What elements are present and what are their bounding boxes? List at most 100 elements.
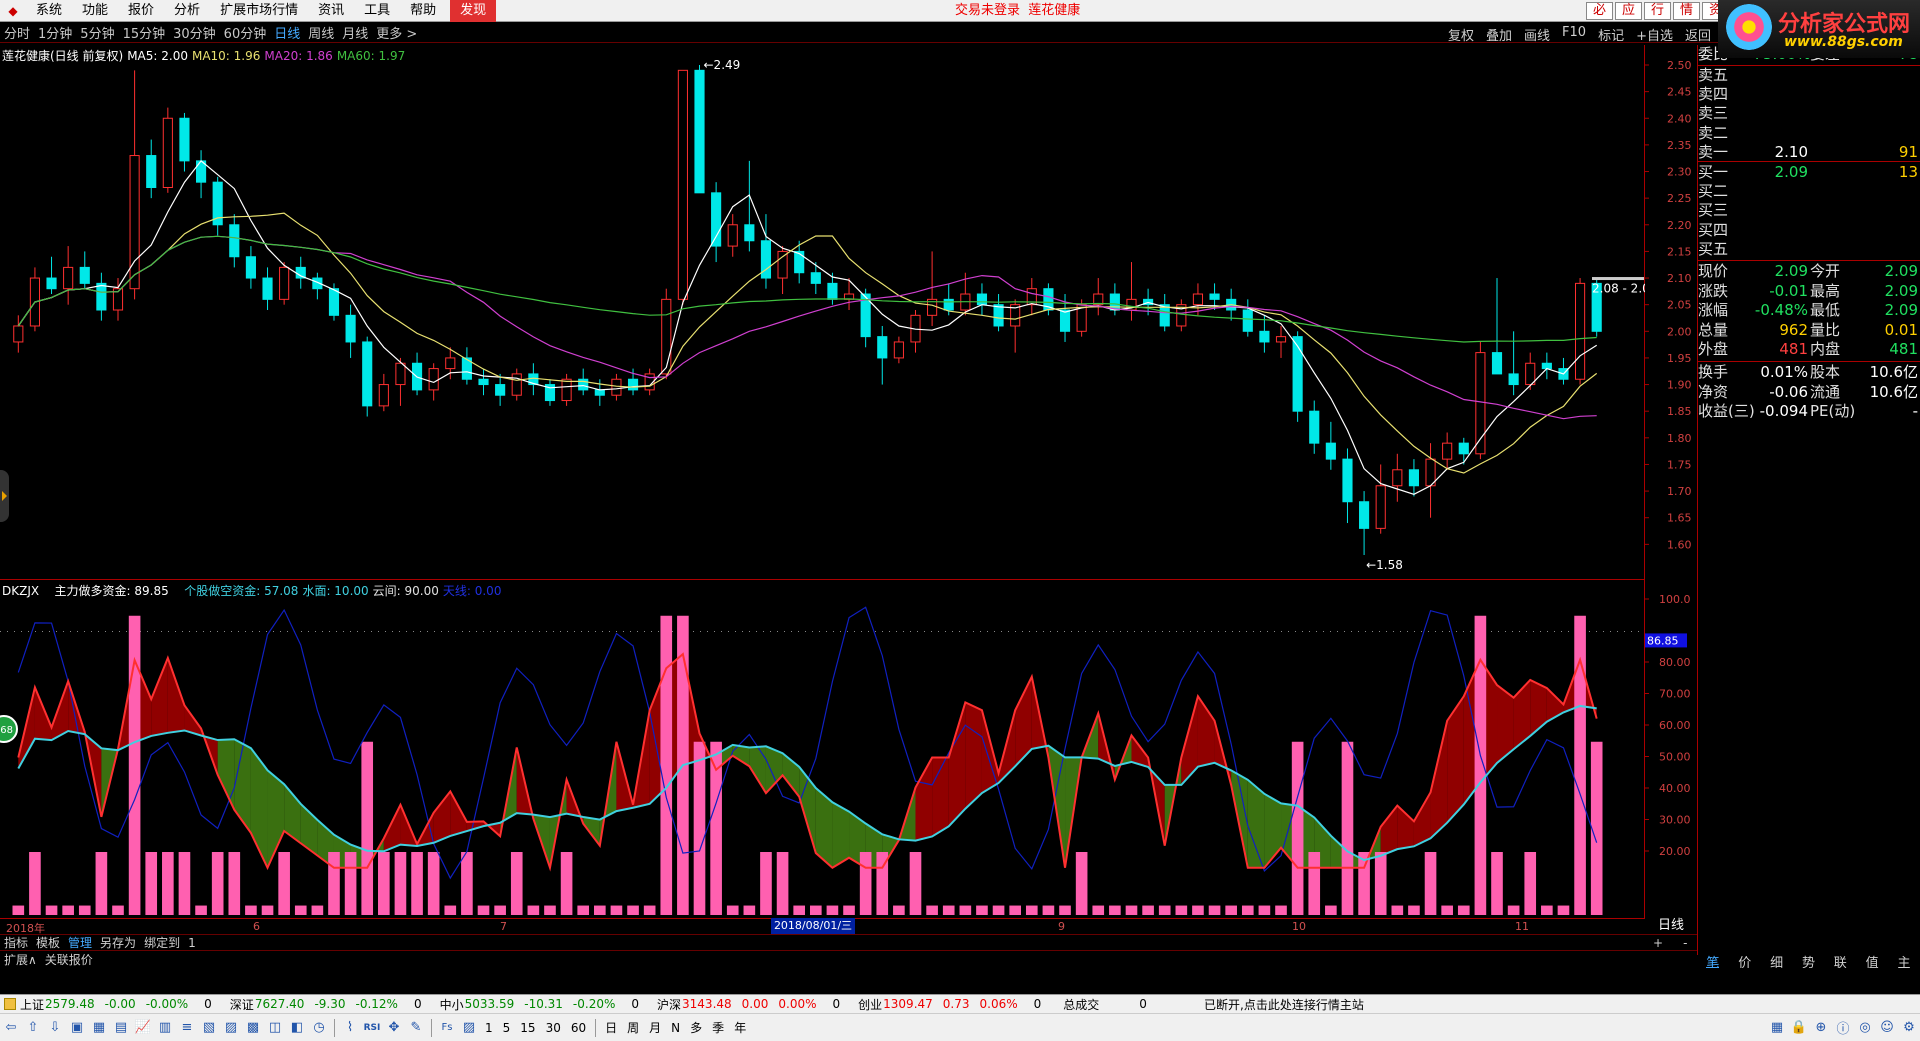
toolbar-add-watchlist[interactable]: +自选 (1636, 25, 1673, 44)
candle-down[interactable] (627, 378, 639, 391)
rsi-icon[interactable]: RSI (362, 1018, 382, 1038)
quick-button-3[interactable]: 行 (1644, 2, 1672, 20)
candle-up[interactable] (1392, 469, 1403, 487)
candle-up[interactable] (611, 378, 622, 396)
period-btn-60[interactable]: 60 (566, 1021, 591, 1035)
user-icon[interactable]: ☺ (1877, 1018, 1897, 1038)
candle-up[interactable] (1575, 282, 1586, 380)
period-btn-1[interactable]: 1 (480, 1021, 498, 1035)
candle-down[interactable] (262, 277, 273, 300)
candle-down[interactable] (993, 304, 1004, 327)
period-btn-season[interactable]: 季 (707, 1019, 729, 1036)
move-icon[interactable]: ✥ (384, 1018, 404, 1038)
period-1min[interactable]: 1分钟 (34, 23, 76, 42)
candle-up[interactable] (1275, 336, 1287, 343)
info-icon[interactable]: ⓘ (1833, 1018, 1853, 1038)
candle-up[interactable] (661, 298, 672, 375)
candle-up[interactable] (727, 224, 738, 247)
period-15min[interactable]: 15分钟 (119, 23, 170, 42)
candle-down[interactable] (79, 266, 90, 284)
compare-icon[interactable]: ▩ (243, 1018, 263, 1038)
menu-news[interactable]: 资讯 (308, 0, 354, 22)
candle-down[interactable] (1242, 309, 1253, 332)
zoom-out-icon[interactable]: - (1679, 936, 1691, 950)
candle-down[interactable] (179, 117, 190, 162)
candle-up[interactable] (1525, 362, 1536, 386)
arrow-left-icon[interactable]: ⇦ (1, 1018, 21, 1038)
period-btn-15[interactable]: 15 (515, 1021, 540, 1035)
period-weekly[interactable]: 周线 (304, 23, 338, 42)
tab-ext[interactable]: 扩展∧ (0, 951, 41, 968)
candle-down[interactable] (877, 336, 888, 359)
candle-down[interactable] (1359, 501, 1370, 529)
tab-manage[interactable]: 管理 (64, 934, 96, 951)
period-btn-week[interactable]: 周 (622, 1019, 644, 1036)
zoom-in-icon[interactable]: + (1649, 936, 1667, 950)
table-icon[interactable]: ▤ (111, 1018, 131, 1038)
period-btn-multi[interactable]: 多 (685, 1019, 707, 1036)
line-chart-icon[interactable]: 📈 (133, 1018, 153, 1038)
menu-analysis[interactable]: 分析 (164, 0, 210, 22)
candle-down[interactable] (146, 155, 157, 189)
candle-down[interactable] (1508, 373, 1519, 386)
period-60min[interactable]: 60分钟 (220, 23, 271, 42)
app-logo-icon[interactable]: ◆ (4, 2, 22, 20)
side-expand-handle[interactable] (0, 470, 9, 522)
candle-up[interactable] (162, 117, 173, 188)
period-more[interactable]: 更多 > (372, 23, 421, 42)
menu-help[interactable]: 帮助 (400, 0, 446, 22)
kline-chart[interactable]: ←2.49 ←1.58 2.08 - 2.0 莲花健康(日线 前复权) MA5: 2.… (0, 45, 1650, 579)
quick-button-1[interactable]: 必 (1586, 2, 1614, 20)
window-icon[interactable]: ▣ (67, 1018, 87, 1038)
image-icon[interactable]: ▨ (459, 1018, 479, 1038)
candle-down[interactable] (495, 384, 506, 396)
index-item[interactable]: 上证 2579.48 -0.00 -0.00% 0 (20, 996, 212, 1013)
tab-related[interactable]: 关联报价 (41, 951, 97, 968)
period-indicator[interactable]: 日线 (1645, 918, 1697, 934)
calculator-icon[interactable]: ▦ (1767, 1018, 1787, 1038)
candle-down[interactable] (478, 378, 489, 386)
login-status[interactable]: 交易未登录 (955, 3, 1020, 18)
candle-up[interactable] (63, 266, 74, 290)
candle-up[interactable] (445, 357, 456, 370)
tab-indicator[interactable]: 指标 (0, 934, 32, 951)
kline-svg[interactable]: ←2.49 ←1.58 2.08 - 2.0 (0, 45, 1650, 579)
index-item[interactable]: 中小 5033.59 -10.31 -0.20% 0 (440, 996, 639, 1013)
detail-icon[interactable]: ▨ (221, 1018, 241, 1038)
tab-number[interactable]: 1 (184, 936, 200, 950)
candle-down[interactable] (328, 288, 340, 316)
fs-icon[interactable]: Fs (437, 1018, 457, 1038)
candle-down[interactable] (1458, 442, 1469, 455)
candle-down[interactable] (46, 277, 57, 290)
period-btn-month[interactable]: 月 (644, 1019, 666, 1036)
candle-down[interactable] (827, 282, 838, 300)
f10-icon[interactable]: ▧ (199, 1018, 219, 1038)
candle-down[interactable] (1109, 293, 1120, 311)
toolbar-back[interactable]: 返回 (1685, 25, 1711, 44)
settings-icon[interactable]: ⚙ (1899, 1018, 1919, 1038)
candle-up[interactable] (428, 368, 439, 391)
index-item[interactable]: 深证 7627.40 -9.30 -0.12% 0 (230, 996, 422, 1013)
candle-down[interactable] (1491, 352, 1503, 375)
candle-down[interactable] (943, 298, 954, 311)
period-timeshare[interactable]: 分时 (0, 23, 34, 42)
indicator-chart[interactable]: DKZJX 主力做多资金: 89.85 个股做空资金: 57.08 水面: 10.… (0, 579, 1645, 934)
period-btn-day[interactable]: 日 (600, 1019, 622, 1036)
period-5min[interactable]: 5分钟 (76, 23, 118, 42)
period-30min[interactable]: 30分钟 (169, 23, 220, 42)
tab-bind-to[interactable]: 绑定到 (140, 934, 184, 951)
candle-up[interactable] (13, 325, 24, 343)
candle-up[interactable] (777, 250, 788, 279)
period-daily[interactable]: 日线 (270, 23, 304, 42)
tab-save-as[interactable]: 另存为 (96, 934, 140, 951)
quick-button-4[interactable]: 情 (1673, 2, 1701, 20)
menu-ext-market[interactable]: 扩展市场行情 (210, 0, 308, 22)
candle-down[interactable] (711, 192, 722, 247)
candle-down[interactable] (1059, 309, 1071, 332)
candle-down[interactable] (744, 224, 755, 242)
arrow-down-icon[interactable]: ⇩ (45, 1018, 65, 1038)
pen-icon[interactable]: ✎ (406, 1018, 426, 1038)
candle-down[interactable] (810, 272, 821, 284)
grid-icon[interactable]: ▦ (89, 1018, 109, 1038)
quick-button-2[interactable]: 应 (1615, 2, 1643, 20)
